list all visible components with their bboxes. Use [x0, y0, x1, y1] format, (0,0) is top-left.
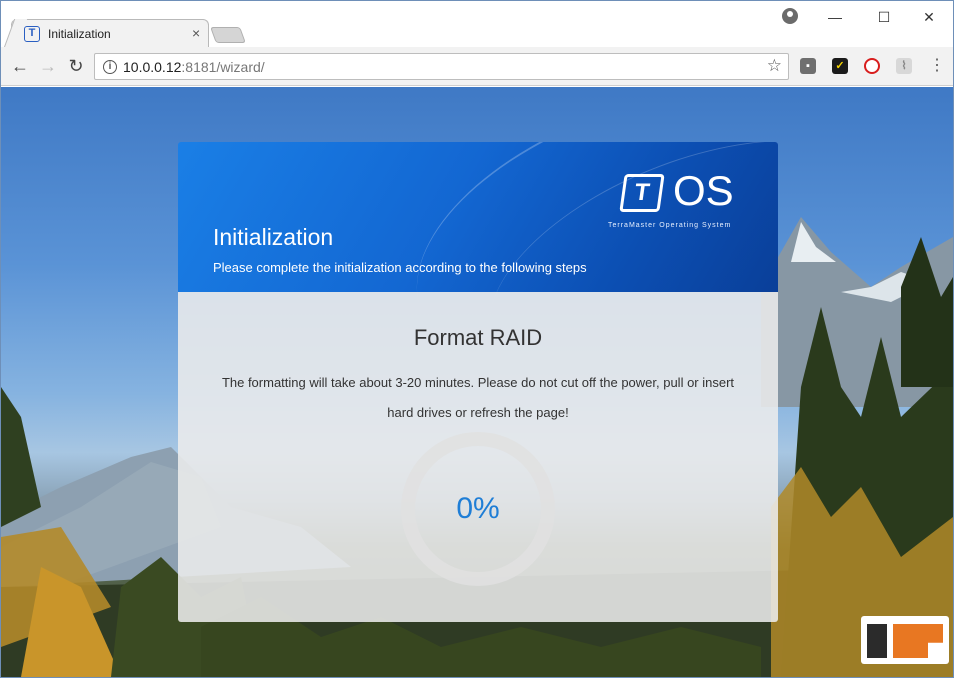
- url-path: :8181/wizard/: [181, 59, 265, 75]
- address-bar[interactable]: i 10.0.0.12:8181/wizard/ ☆: [94, 53, 789, 80]
- terramaster-favicon-icon: T: [24, 26, 40, 42]
- profile-icon[interactable]: [782, 8, 798, 24]
- info-icon[interactable]: i: [103, 60, 117, 74]
- opera-o-icon[interactable]: [864, 58, 880, 74]
- page-title: Initialization: [213, 224, 334, 250]
- pdf-extension-icon[interactable]: ⌇: [896, 58, 912, 74]
- page-subtitle: Please complete the initialization accor…: [213, 260, 587, 275]
- close-window-button[interactable]: ✕: [906, 5, 952, 29]
- maximize-button[interactable]: ☐: [861, 5, 907, 29]
- page-viewport: T OS TerraMaster Operating System Initia…: [1, 87, 953, 677]
- kebab-menu-icon[interactable]: ⋮: [929, 56, 945, 76]
- browser-toolbar: ← → ↻ i 10.0.0.12:8181/wizard/ ☆ ▪ ✓ ⌇ ⋮: [1, 47, 953, 86]
- card-header: T OS TerraMaster Operating System Initia…: [178, 142, 778, 434]
- new-tab-button[interactable]: [210, 27, 246, 43]
- extension-note-icon[interactable]: ▪: [800, 58, 816, 74]
- extension-check-icon[interactable]: ✓: [832, 58, 848, 74]
- tab-close-icon[interactable]: ×: [192, 25, 200, 41]
- card-body: Format RAID The formatting will take abo…: [178, 292, 778, 622]
- legit-reviews-logo: [861, 616, 949, 664]
- bookmark-star-icon[interactable]: ☆: [767, 56, 782, 76]
- minimize-button[interactable]: —: [812, 5, 858, 29]
- logo-subtitle: TerraMaster Operating System: [608, 222, 732, 229]
- reload-icon[interactable]: ↻: [65, 55, 87, 77]
- step-message: The formatting will take about 3-20 minu…: [221, 375, 735, 420]
- tab-title: Initialization: [48, 27, 111, 41]
- browser-titlebar: T Initialization × — ☐ ✕: [1, 1, 953, 47]
- back-arrow-icon[interactable]: ←: [9, 55, 31, 77]
- browser-tab[interactable]: T Initialization ×: [11, 19, 209, 47]
- forward-arrow-icon[interactable]: →: [37, 55, 59, 77]
- url-host: 10.0.0.12: [123, 59, 182, 75]
- url-text: 10.0.0.12:8181/wizard/: [123, 59, 265, 75]
- logo-text: OS: [673, 167, 734, 214]
- progress-percentage: 0%: [456, 492, 500, 525]
- initialization-card: T OS TerraMaster Operating System Initia…: [178, 142, 778, 622]
- tos-logo-icon: T: [619, 174, 665, 212]
- browser-window: T Initialization × — ☐ ✕ ← → ↻ i 10.0.0.…: [0, 0, 954, 678]
- step-title: Format RAID: [413, 325, 543, 350]
